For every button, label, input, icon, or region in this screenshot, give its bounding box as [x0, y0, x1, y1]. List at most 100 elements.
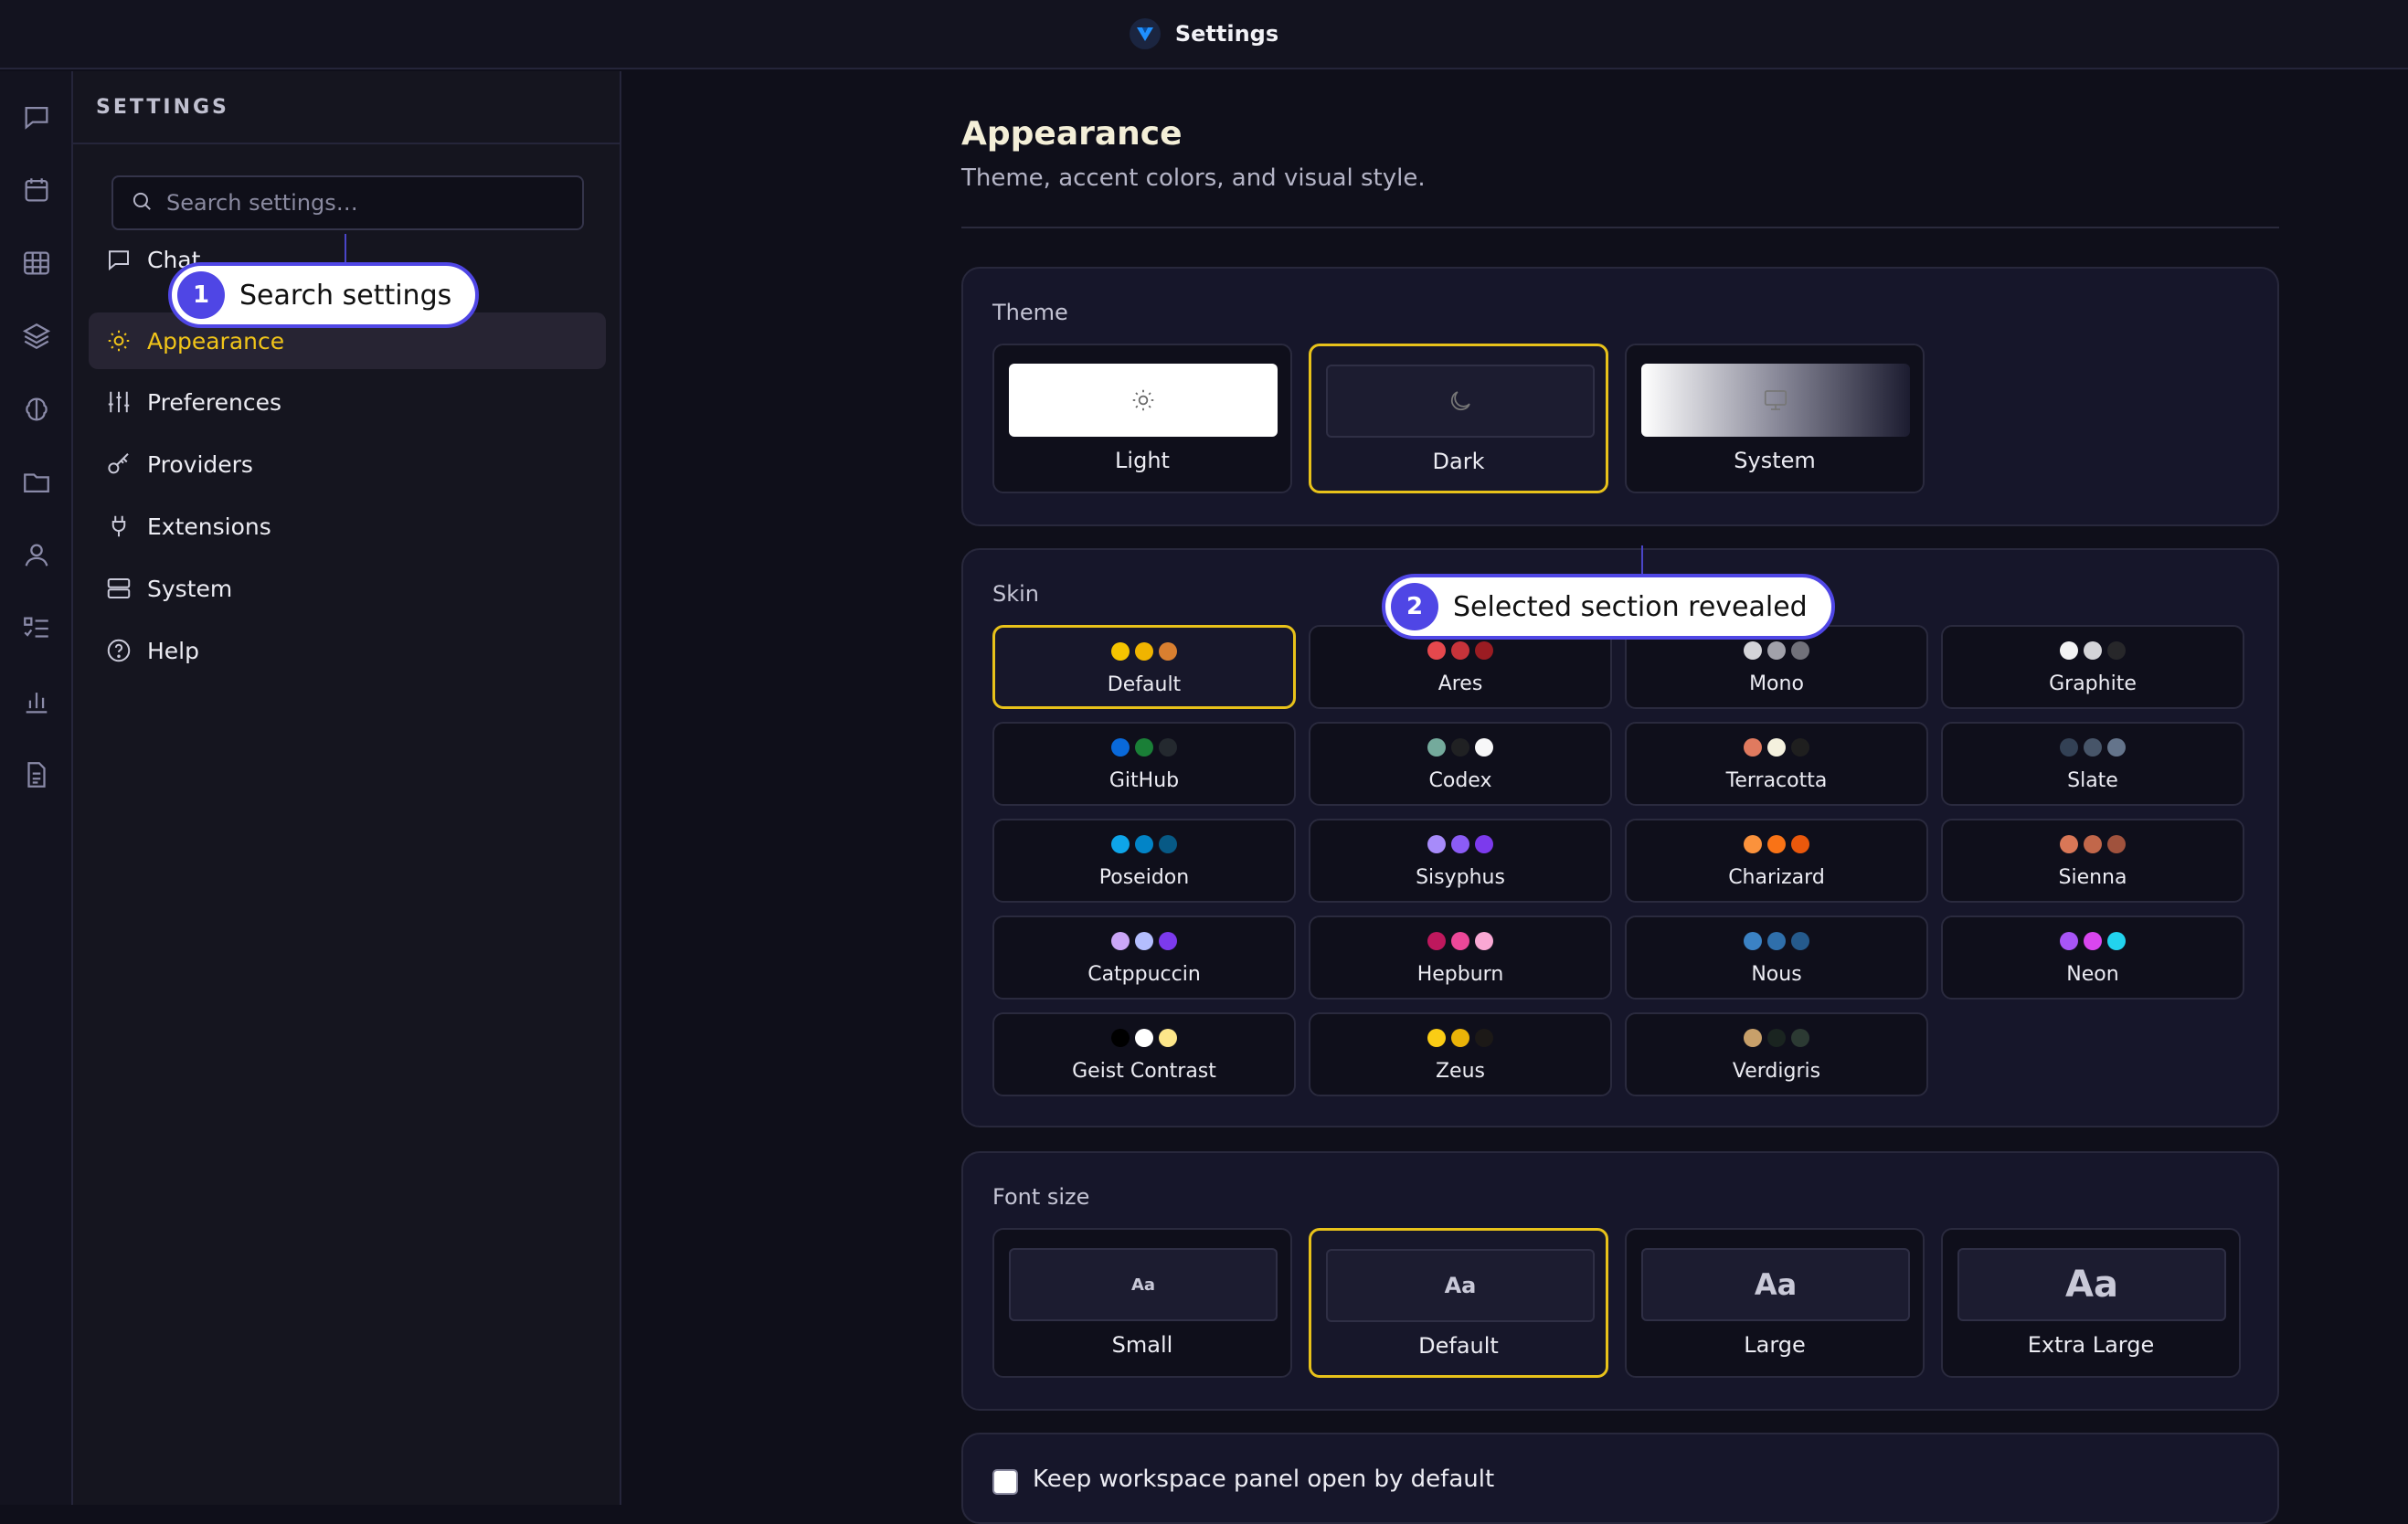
theme-option-dark[interactable]: Dark: [1309, 344, 1608, 493]
skin-option-sienna[interactable]: Sienna: [1941, 819, 2244, 903]
color-swatch: [1791, 835, 1809, 853]
skin-option-slate[interactable]: Slate: [1941, 722, 2244, 806]
keep-panel-checkbox[interactable]: [992, 1469, 1018, 1495]
color-swatch: [1744, 1029, 1762, 1047]
theme-option-light[interactable]: Light: [992, 344, 1292, 493]
layers-icon[interactable]: [11, 311, 62, 362]
skin-option-nous[interactable]: Nous: [1625, 915, 1928, 1000]
theme-option-system[interactable]: System: [1625, 344, 1925, 493]
app-logo-icon: [1129, 18, 1161, 49]
skin-option-geist-contrast[interactable]: Geist Contrast: [992, 1012, 1296, 1096]
skin-option-neon[interactable]: Neon: [1941, 915, 2244, 1000]
search-input[interactable]: [166, 190, 568, 216]
sidebar-item-preferences[interactable]: Preferences: [89, 374, 606, 430]
font-size-option-label: Default: [1418, 1333, 1499, 1359]
color-swatch: [1111, 642, 1130, 661]
skin-option-charizard[interactable]: Charizard: [1625, 819, 1928, 903]
skin-swatches: [1310, 641, 1610, 660]
skin-option-label: Geist Contrast: [1072, 1060, 1216, 1083]
skin-option-graphite[interactable]: Graphite: [1941, 625, 2244, 709]
skin-swatches: [1310, 835, 1610, 853]
color-swatch: [1791, 932, 1809, 950]
theme-option-label: Light: [1115, 448, 1170, 473]
sidebar-item-help[interactable]: Help: [89, 622, 606, 679]
font-size-option-large[interactable]: Aa Large: [1625, 1228, 1925, 1378]
skin-label: Skin: [992, 581, 1040, 607]
brain-icon[interactable]: [11, 384, 62, 435]
font-size-option-default[interactable]: Aa Default: [1309, 1228, 1608, 1378]
color-swatch: [1767, 835, 1786, 853]
icon-rail: [0, 71, 73, 1505]
color-swatch: [2084, 932, 2102, 950]
sidebar-item-providers[interactable]: Providers: [89, 436, 606, 492]
grid-icon[interactable]: [11, 238, 62, 289]
skin-swatches: [1627, 738, 1926, 757]
skin-option-label: Terracotta: [1725, 769, 1828, 792]
font-size-option-small[interactable]: Aa Small: [992, 1228, 1292, 1378]
keep-panel-row: Keep workspace panel open by default: [961, 1433, 2279, 1524]
skin-option-sisyphus[interactable]: Sisyphus: [1309, 819, 1612, 903]
skin-option-label: Codex: [1428, 769, 1492, 792]
color-swatch: [1791, 1029, 1809, 1047]
calendar-icon[interactable]: [11, 164, 62, 216]
color-swatch: [1135, 642, 1153, 661]
color-swatch: [1744, 641, 1762, 660]
callout-connector: [1641, 545, 1643, 575]
bar-chart-icon[interactable]: [11, 676, 62, 727]
skin-option-hepburn[interactable]: Hepburn: [1309, 915, 1612, 1000]
font-size-option-extra-large[interactable]: Aa Extra Large: [1941, 1228, 2241, 1378]
skin-option-poseidon[interactable]: Poseidon: [992, 819, 1296, 903]
color-swatch: [2060, 932, 2078, 950]
font-size-option-label: Large: [1744, 1332, 1806, 1358]
document-icon[interactable]: [11, 749, 62, 800]
font-size-label: Font size: [992, 1184, 1090, 1210]
skin-option-label: Slate: [2067, 769, 2118, 792]
color-swatch: [1451, 641, 1469, 660]
skin-swatches: [1943, 932, 2243, 950]
font-size-panel: Font size Aa Small Aa Default Aa Large A…: [961, 1151, 2279, 1411]
skin-option-catppuccin[interactable]: Catppuccin: [992, 915, 1296, 1000]
skin-swatches: [1943, 835, 2243, 853]
skin-option-label: Neon: [2066, 963, 2119, 986]
sidebar-header: SETTINGS: [73, 71, 620, 144]
skin-option-terracotta[interactable]: Terracotta: [1625, 722, 1928, 806]
moon-icon: [1451, 391, 1470, 410]
search-box[interactable]: [111, 175, 584, 230]
sliders-icon: [105, 388, 133, 416]
skin-option-codex[interactable]: Codex: [1309, 722, 1612, 806]
font-preview: Aa: [1641, 1248, 1910, 1321]
skin-swatches: [1310, 1029, 1610, 1047]
sidebar-title: SETTINGS: [96, 95, 229, 119]
user-icon[interactable]: [11, 530, 62, 581]
sidebar-item-extensions[interactable]: Extensions: [89, 498, 606, 555]
color-swatch: [1135, 835, 1153, 853]
color-swatch: [1135, 932, 1153, 950]
chat-icon: [105, 246, 133, 273]
sidebar-item-label: Preferences: [147, 388, 282, 416]
skin-swatches: [1627, 932, 1926, 950]
keep-panel-label: Keep workspace panel open by default: [1033, 1466, 1495, 1493]
sidebar-item-label: Extensions: [147, 513, 271, 540]
color-swatch: [1791, 641, 1809, 660]
checklist-icon[interactable]: [11, 603, 62, 654]
theme-option-label: Dark: [1432, 449, 1485, 474]
chat-icon[interactable]: [11, 91, 62, 143]
skin-swatches: [995, 642, 1293, 661]
search-icon: [130, 189, 154, 217]
folder-icon[interactable]: [11, 457, 62, 508]
sidebar-item-label: Appearance: [147, 327, 285, 355]
sidebar-item-system[interactable]: System: [89, 560, 606, 617]
color-swatch: [2060, 738, 2078, 757]
color-swatch: [1111, 932, 1130, 950]
color-swatch: [1159, 932, 1177, 950]
color-swatch: [1111, 835, 1130, 853]
skin-option-label: Hepburn: [1416, 963, 1504, 986]
main-content: Appearance Theme, accent colors, and vis…: [623, 71, 2408, 1524]
skin-option-github[interactable]: GitHub: [992, 722, 1296, 806]
color-swatch: [2060, 835, 2078, 853]
color-swatch: [2107, 641, 2126, 660]
skin-option-zeus[interactable]: Zeus: [1309, 1012, 1612, 1096]
color-swatch: [1767, 932, 1786, 950]
skin-option-default[interactable]: Default: [992, 625, 1296, 709]
skin-option-verdigris[interactable]: Verdigris: [1625, 1012, 1928, 1096]
